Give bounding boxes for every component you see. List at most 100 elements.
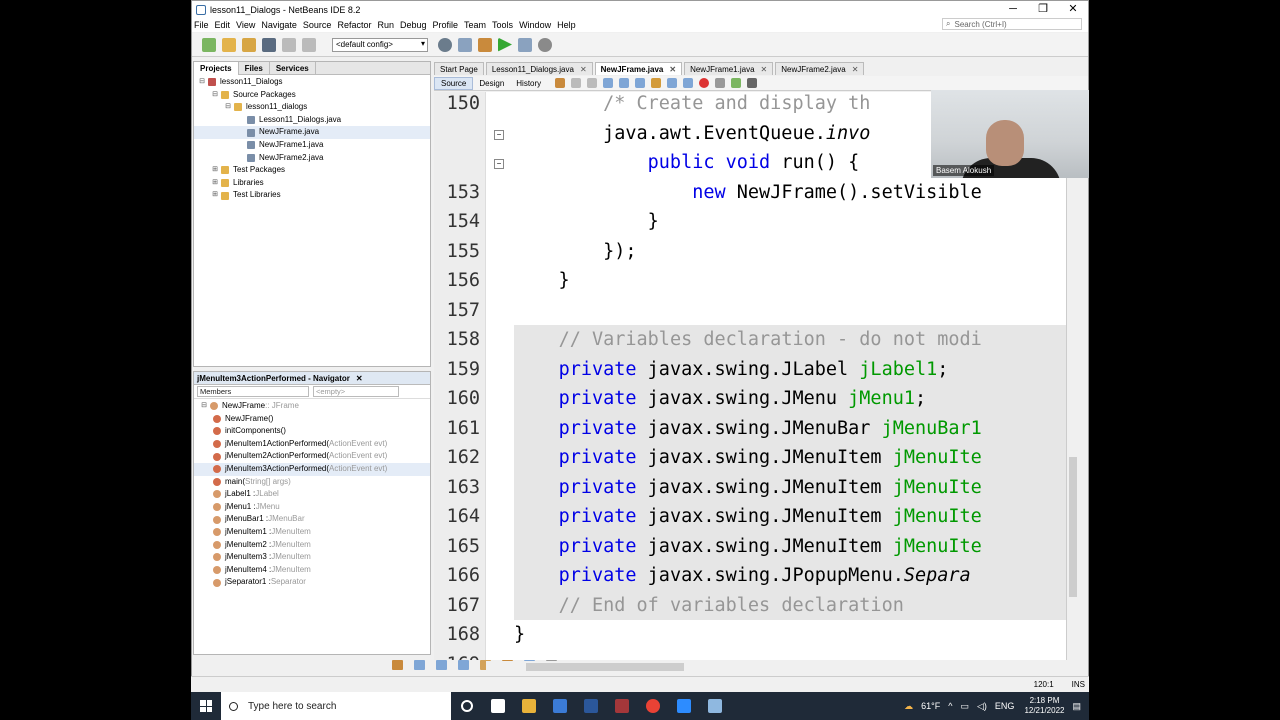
code-line[interactable]: 165 private javax.swing.JMenuItem jMenuI…: [447, 531, 1066, 561]
editor-tab[interactable]: Start Page: [434, 62, 484, 75]
navigator-member[interactable]: jMenuItem1 : JMenuItem: [194, 526, 430, 539]
menu-help[interactable]: Help: [557, 20, 576, 30]
tray-chevron-icon[interactable]: ^: [948, 701, 952, 711]
menu-file[interactable]: File: [194, 20, 209, 30]
navigator-member[interactable]: jMenuItem2 : JMenuItem: [194, 539, 430, 552]
editor-tab[interactable]: NewJFrame.java ✕: [594, 62, 683, 75]
collapse-icon[interactable]: ⊟: [224, 101, 232, 114]
history-view-tab[interactable]: History: [510, 78, 547, 89]
code-line[interactable]: 162 private javax.swing.JMenuItem jMenuI…: [447, 443, 1066, 473]
editor-tab[interactable]: NewJFrame2.java ✕: [775, 62, 865, 75]
code-fold-icon[interactable]: −: [494, 159, 504, 169]
stop-macro-icon[interactable]: [715, 78, 726, 88]
code-line[interactable]: 166 private javax.swing.JPopupMenu.Separ…: [447, 561, 1066, 591]
minimize-button[interactable]: ─: [998, 1, 1028, 18]
menu-run[interactable]: Run: [377, 20, 394, 30]
tab-files[interactable]: Files: [239, 61, 270, 75]
code-line[interactable]: 153 new NewJFrame().setVisible: [434, 178, 1066, 208]
clean-build-icon[interactable]: [458, 37, 472, 52]
horizontal-scrollbar[interactable]: [486, 661, 1066, 673]
close-icon[interactable]: ✕: [852, 65, 859, 74]
code-line[interactable]: 161 private javax.swing.JMenuBar jMenuBa…: [447, 413, 1066, 443]
tab-projects[interactable]: Projects: [194, 61, 239, 75]
navigator-member[interactable]: main(String[] args): [194, 476, 430, 489]
save-all-icon[interactable]: [262, 37, 276, 52]
source-view-tab[interactable]: Source: [434, 76, 474, 90]
editor-tab[interactable]: Lesson11_Dialogs.java ✕: [485, 62, 593, 75]
back-icon[interactable]: [571, 78, 582, 88]
find-previous-icon[interactable]: [619, 78, 630, 88]
close-icon[interactable]: ✕: [356, 374, 363, 383]
menu-edit[interactable]: Edit: [215, 20, 231, 30]
forward-icon[interactable]: [587, 78, 598, 88]
find-icon[interactable]: [603, 78, 614, 88]
project-tree-item[interactable]: NewJFrame.java: [194, 126, 430, 139]
shift-left-icon[interactable]: [667, 78, 678, 88]
redo-icon[interactable]: [302, 37, 316, 52]
navigator-member[interactable]: jMenuItem4 : JMenuItem: [194, 564, 430, 577]
code-line[interactable]: 164 private javax.swing.JMenuItem jMenuI…: [447, 502, 1066, 532]
shift-right-icon[interactable]: [683, 78, 694, 88]
code-line[interactable]: 168}: [434, 620, 1066, 650]
close-icon[interactable]: ✕: [669, 65, 676, 74]
code-line[interactable]: 169: [434, 650, 1066, 661]
last-edit-icon[interactable]: [555, 78, 566, 88]
language-indicator[interactable]: ENG: [995, 701, 1015, 711]
volume-icon[interactable]: ◁): [977, 701, 987, 712]
navigator-member[interactable]: initComponents(): [194, 425, 430, 438]
collapse-icon[interactable]: ⊟: [211, 89, 219, 102]
members-select[interactable]: Members: [197, 386, 309, 397]
menu-window[interactable]: Window: [519, 20, 551, 30]
menu-debug[interactable]: Debug: [400, 20, 427, 30]
navigator-member[interactable]: jMenuItem3ActionPerformed(ActionEvent ev…: [194, 462, 430, 476]
lock-icon[interactable]: [458, 660, 469, 670]
globe-icon[interactable]: [438, 37, 452, 52]
toggle-highlight-icon[interactable]: [651, 78, 662, 88]
close-button[interactable]: ✕: [1058, 1, 1088, 18]
collapse-icon[interactable]: ⊟: [198, 76, 206, 89]
project-tree-item[interactable]: ⊞ Libraries: [194, 177, 430, 190]
network-icon[interactable]: ▭: [960, 701, 969, 712]
tab-services[interactable]: Services: [270, 61, 316, 75]
code-line[interactable]: 167 // End of variables declaration: [447, 590, 1066, 620]
code-line[interactable]: 158 // Variables declaration - do not mo…: [447, 325, 1066, 355]
code-line[interactable]: 159 private javax.swing.JLabel jLabel1;: [447, 354, 1066, 384]
navigator-member[interactable]: jMenu1 : JMenu: [194, 501, 430, 514]
design-view-tab[interactable]: Design: [473, 78, 510, 89]
taskbar-search-input[interactable]: Type here to search: [221, 692, 451, 720]
navigator-member[interactable]: jMenuItem2ActionPerformed(ActionEvent ev…: [194, 450, 430, 463]
code-line[interactable]: 155 });: [434, 237, 1066, 267]
navigator-member[interactable]: ⊟ NewJFrame :: JFrame: [194, 400, 430, 413]
menu-source[interactable]: Source: [303, 20, 332, 30]
code-line[interactable]: 156 }: [434, 266, 1066, 296]
vertical-scroll-thumb[interactable]: [1069, 457, 1077, 597]
menu-refactor[interactable]: Refactor: [337, 20, 371, 30]
find-next-icon[interactable]: [635, 78, 646, 88]
menu-profile[interactable]: Profile: [433, 20, 459, 30]
open-project-icon[interactable]: [242, 37, 256, 52]
debug-icon[interactable]: [518, 37, 532, 52]
navigator-member[interactable]: NewJFrame(): [194, 413, 430, 426]
expand-icon[interactable]: ⊞: [211, 189, 219, 202]
code-line[interactable]: 157: [434, 296, 1066, 326]
navigator-member[interactable]: jMenuBar1 : JMenuBar: [194, 513, 430, 526]
editor-tab[interactable]: NewJFrame1.java ✕: [684, 62, 774, 75]
menu-view[interactable]: View: [236, 20, 255, 30]
clock[interactable]: 2:18 PM 12/21/2022: [1024, 696, 1064, 716]
navigator-filter-input[interactable]: <empty>: [313, 386, 399, 397]
horizontal-scroll-thumb[interactable]: [526, 663, 684, 671]
file-explorer-button[interactable]: [513, 692, 544, 720]
project-tree-item[interactable]: NewJFrame1.java: [194, 139, 430, 152]
code-fold-icon[interactable]: −: [494, 129, 504, 140]
navigator-member[interactable]: jMenuItem1ActionPerformed(ActionEvent ev…: [194, 438, 430, 451]
code-line[interactable]: 154 }: [434, 207, 1066, 237]
zoom-button[interactable]: [668, 692, 699, 720]
weather-icon[interactable]: ☁: [904, 701, 913, 712]
config-select[interactable]: <default config>: [332, 37, 428, 52]
comment-icon[interactable]: [731, 78, 742, 88]
project-tree-item[interactable]: Lesson11_Dialogs.java: [194, 114, 430, 127]
close-icon[interactable]: ✕: [580, 65, 587, 74]
navigator-member[interactable]: jLabel1 : JLabel: [194, 488, 430, 501]
navigator-member[interactable]: jSeparator1 : Separator: [194, 576, 430, 589]
start-button[interactable]: [191, 692, 221, 720]
